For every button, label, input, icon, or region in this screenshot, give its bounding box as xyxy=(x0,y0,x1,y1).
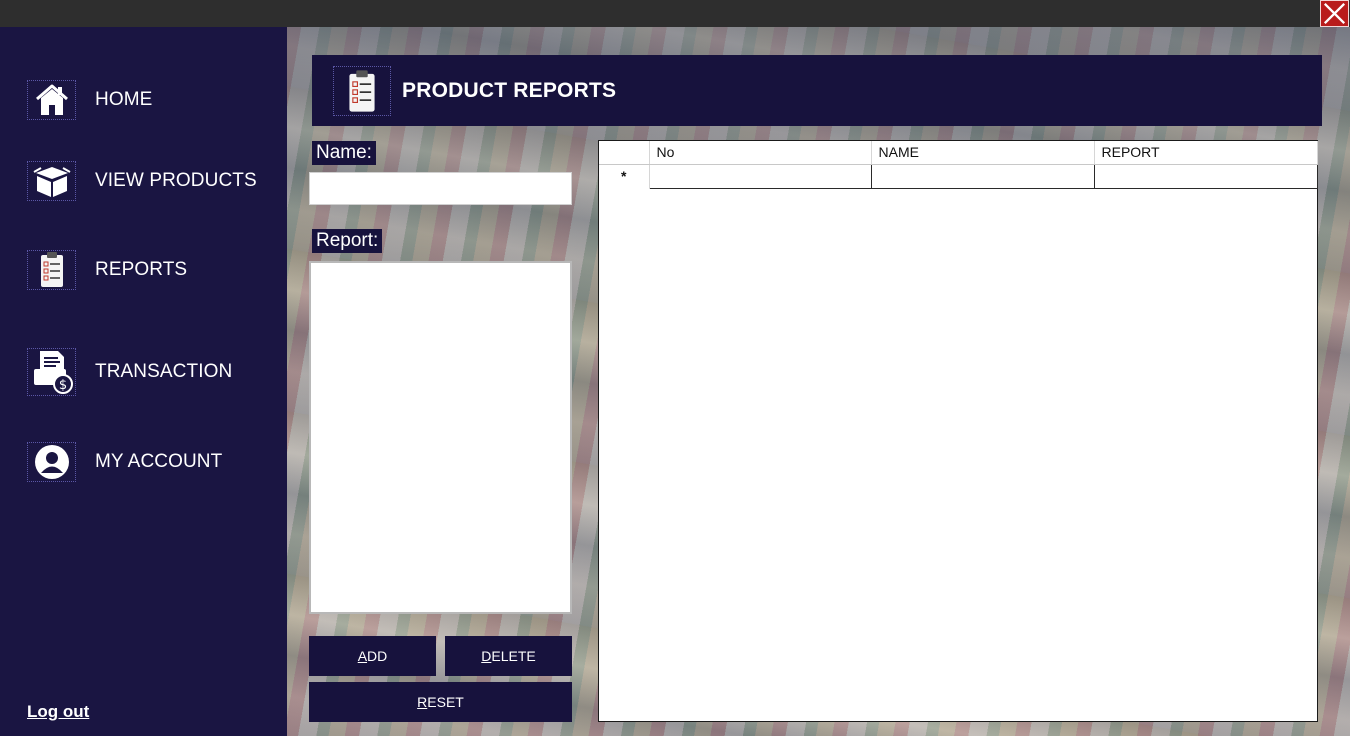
sidebar-item-label: MY ACCOUNT xyxy=(95,451,223,472)
sidebar-item-view-products[interactable]: VIEW PRODUCTS xyxy=(27,156,277,206)
delete-label-rest: ELETE xyxy=(491,648,536,664)
logout-link[interactable]: Log out xyxy=(27,702,89,722)
reset-button[interactable]: R ESET xyxy=(309,682,572,722)
reports-table: No NAME REPORT * xyxy=(599,141,1318,189)
user-icon xyxy=(27,442,76,482)
column-header-no[interactable]: No xyxy=(649,141,872,165)
table-header-row: No NAME REPORT xyxy=(599,141,1318,165)
report-textarea[interactable] xyxy=(309,261,572,614)
title-bar xyxy=(0,0,1350,27)
new-row-marker: * xyxy=(599,164,650,188)
transaction-icon: $ xyxy=(27,348,76,396)
delete-button[interactable]: D ELETE xyxy=(445,636,572,676)
sidebar-item-transaction[interactable]: $ TRANSACTION xyxy=(27,347,277,397)
reports-grid[interactable]: No NAME REPORT * xyxy=(598,140,1318,722)
close-icon xyxy=(1323,2,1346,25)
table-cell-name[interactable] xyxy=(870,163,1095,189)
sidebar-item-label: TRANSACTION xyxy=(95,361,233,382)
sidebar-item-label: VIEW PRODUCTS xyxy=(95,170,257,191)
sidebar-item-reports[interactable]: REPORTS xyxy=(27,245,277,295)
reset-mnemonic: R xyxy=(417,694,428,710)
add-label-rest: DD xyxy=(367,648,388,664)
column-header-report[interactable]: REPORT xyxy=(1094,141,1318,165)
table-cell-no[interactable] xyxy=(648,163,872,189)
table-new-row[interactable]: * xyxy=(599,163,1318,189)
name-label: Name: xyxy=(312,141,376,165)
box-icon xyxy=(27,161,76,201)
column-header-name[interactable]: NAME xyxy=(871,141,1095,165)
sidebar-item-my-account[interactable]: MY ACCOUNT xyxy=(27,437,277,487)
sidebar-item-label: REPORTS xyxy=(95,259,188,280)
sidebar: HOME VIEW PRODUCTS REPORTS $ TRANSACTION… xyxy=(0,27,287,736)
page-title: PRODUCT REPORTS xyxy=(402,78,617,102)
name-input[interactable] xyxy=(309,172,572,205)
svg-text:$: $ xyxy=(58,378,66,393)
report-label: Report: xyxy=(312,229,383,253)
delete-mnemonic: D xyxy=(481,648,492,664)
clipboard-icon xyxy=(333,65,391,116)
page-header: PRODUCT REPORTS xyxy=(312,55,1322,126)
clipboard-icon xyxy=(27,250,76,290)
table-cell-report[interactable] xyxy=(1093,163,1318,189)
sidebar-item-home[interactable]: HOME xyxy=(27,75,277,125)
row-header-corner xyxy=(599,141,650,165)
add-mnemonic: A xyxy=(357,648,368,664)
add-button[interactable]: A DD xyxy=(309,636,436,676)
close-button[interactable] xyxy=(1320,0,1349,27)
home-icon xyxy=(27,80,76,120)
main-panel: PRODUCT REPORTS Name: Report: A DD D ELETE… xyxy=(287,27,1350,736)
reset-label-rest: ESET xyxy=(427,694,464,710)
sidebar-item-label: HOME xyxy=(95,89,153,110)
